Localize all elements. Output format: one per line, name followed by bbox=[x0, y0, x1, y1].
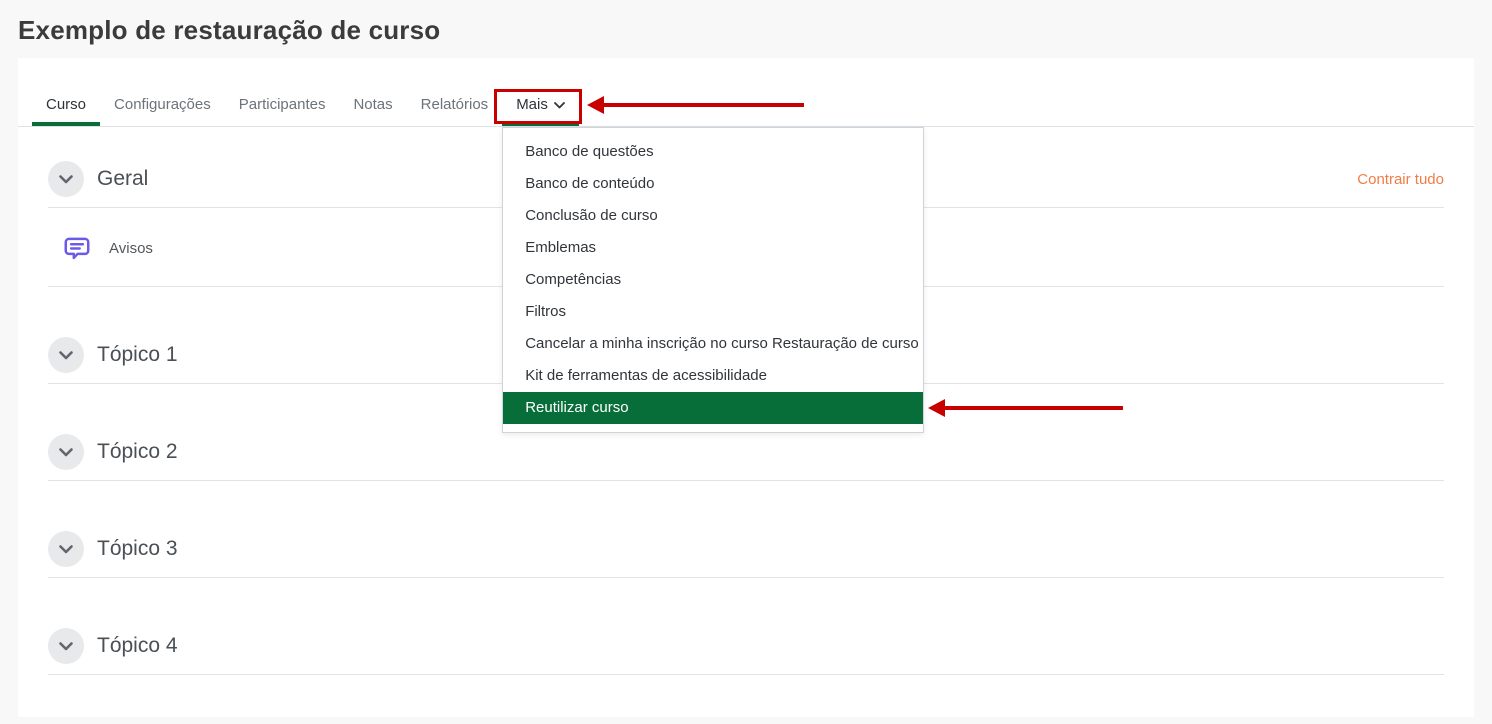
chevron-down-icon bbox=[59, 545, 73, 554]
section-title-topico-2: Tópico 2 bbox=[97, 440, 178, 464]
menu-item-cancelar-inscricao[interactable]: Cancelar a minha inscrição no curso Rest… bbox=[503, 328, 923, 360]
section-collapse-button[interactable] bbox=[48, 337, 84, 373]
page-title: Exemplo de restauração de curso bbox=[18, 15, 1474, 46]
menu-item-reutilizar-curso[interactable]: Reutilizar curso bbox=[503, 392, 923, 424]
tab-configuracoes[interactable]: Configurações bbox=[100, 86, 225, 126]
tab-curso[interactable]: Curso bbox=[32, 86, 100, 126]
forum-icon bbox=[62, 233, 92, 263]
tab-relatorios[interactable]: Relatórios bbox=[407, 86, 503, 126]
section-collapse-button[interactable] bbox=[48, 434, 84, 470]
chevron-down-icon bbox=[59, 175, 73, 184]
section-header-topico-4: Tópico 4 bbox=[48, 628, 1444, 664]
menu-item-emblemas[interactable]: Emblemas bbox=[503, 232, 923, 264]
menu-item-filtros[interactable]: Filtros bbox=[503, 296, 923, 328]
section-header-topico-3: Tópico 3 bbox=[48, 531, 1444, 567]
section-divider bbox=[48, 674, 1444, 675]
section-collapse-button[interactable] bbox=[48, 161, 84, 197]
course-nav-tabs: Curso Configurações Participantes Notas … bbox=[18, 58, 1474, 127]
menu-item-conclusao-de-curso[interactable]: Conclusão de curso bbox=[503, 200, 923, 232]
menu-item-banco-de-questoes[interactable]: Banco de questões bbox=[503, 136, 923, 168]
activity-label[interactable]: Avisos bbox=[109, 240, 153, 257]
menu-item-competencias[interactable]: Competências bbox=[503, 264, 923, 296]
chevron-down-icon bbox=[59, 642, 73, 651]
menu-item-label: Reutilizar curso bbox=[525, 399, 628, 416]
page-header: Exemplo de restauração de curso bbox=[0, 0, 1492, 58]
tab-mais-label: Mais bbox=[516, 96, 548, 113]
section-title-topico-4: Tópico 4 bbox=[97, 634, 178, 658]
tab-notas[interactable]: Notas bbox=[339, 86, 406, 126]
section-title-geral: Geral bbox=[97, 167, 148, 191]
section-title-topico-3: Tópico 3 bbox=[97, 537, 178, 561]
annotation-arrow-left-icon bbox=[604, 103, 804, 107]
tab-mais[interactable]: Mais Banco de questões Banco de conteúdo… bbox=[502, 86, 579, 126]
section-collapse-button[interactable] bbox=[48, 531, 84, 567]
section-collapse-button[interactable] bbox=[48, 628, 84, 664]
section-divider bbox=[48, 577, 1444, 578]
course-card: Curso Configurações Participantes Notas … bbox=[18, 58, 1474, 717]
section-header-topico-2: Tópico 2 bbox=[48, 434, 1444, 470]
mais-dropdown-menu: Banco de questões Banco de conteúdo Conc… bbox=[502, 127, 924, 433]
chevron-down-icon bbox=[59, 351, 73, 360]
section-title-topico-1: Tópico 1 bbox=[97, 343, 178, 367]
chevron-down-icon bbox=[554, 102, 565, 109]
collapse-all-link[interactable]: Contrair tudo bbox=[1357, 171, 1444, 188]
section-divider bbox=[48, 480, 1444, 481]
menu-item-kit-acessibilidade[interactable]: Kit de ferramentas de acessibilidade bbox=[503, 360, 923, 392]
chevron-down-icon bbox=[59, 448, 73, 457]
tab-participantes[interactable]: Participantes bbox=[225, 86, 340, 126]
menu-item-banco-de-conteudo[interactable]: Banco de conteúdo bbox=[503, 168, 923, 200]
